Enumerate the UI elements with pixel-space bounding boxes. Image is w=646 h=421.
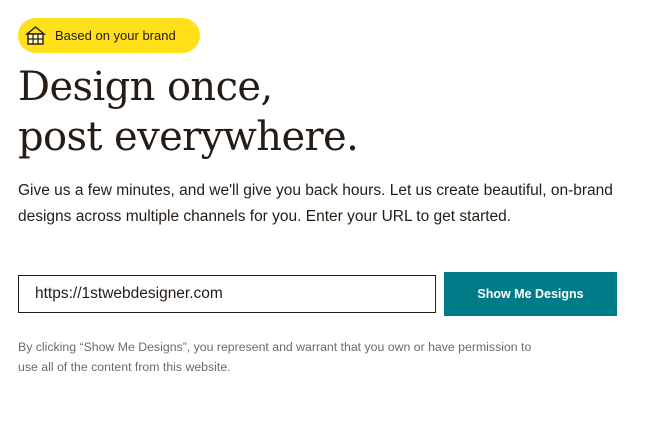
brand-badge-label: Based on your brand (55, 28, 176, 43)
headline-line-1: Design once, (18, 64, 273, 110)
intro-description: Give us a few minutes, and we'll give yo… (18, 182, 613, 225)
page-headline: Design once, post everywhere. (18, 62, 359, 162)
show-me-designs-button[interactable]: Show Me Designs (444, 272, 617, 316)
headline-line-2: post everywhere. (18, 114, 359, 160)
legal-disclaimer: By clicking “Show Me Designs”, you repre… (18, 340, 532, 374)
brand-badge: Based on your brand (18, 18, 200, 53)
website-url-input[interactable] (18, 275, 436, 313)
brand-building-icon (24, 24, 47, 47)
